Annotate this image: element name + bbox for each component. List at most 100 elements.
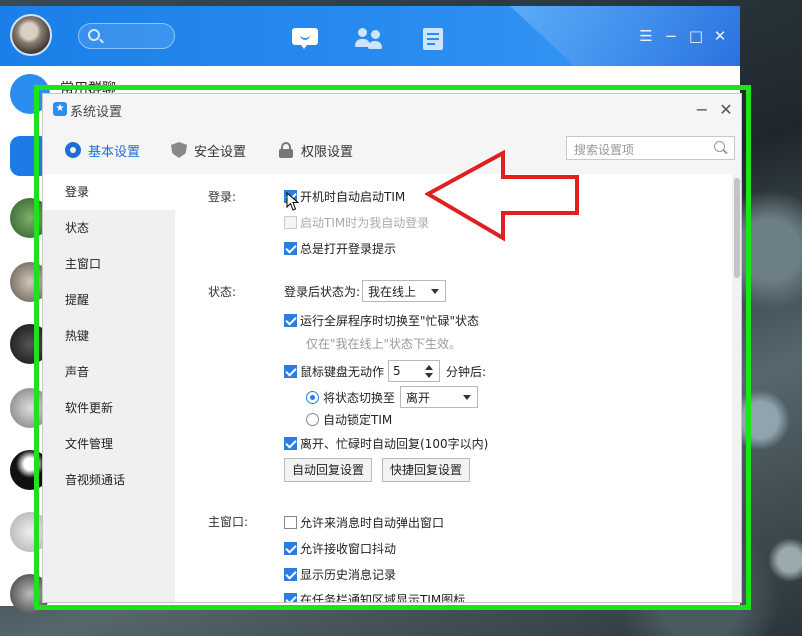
hint-text: 仅在"我在线上"状态下生效。	[306, 336, 462, 351]
radio-button[interactable]	[306, 390, 319, 404]
settings-tabs: 基本设置 安全设置 权限设置 搜索设置项	[43, 126, 741, 174]
after-login-status-select[interactable]: 我在线上	[362, 280, 447, 302]
tab-label: 安全设置	[194, 144, 247, 160]
documents-tab-icon[interactable]	[423, 28, 443, 50]
checkbox[interactable]	[284, 567, 297, 581]
section-label-main-window: 主窗口:	[208, 515, 249, 529]
option-label: 离开、忙碌时自动回复(100字以内)	[300, 436, 489, 451]
option-label: 总是打开登录提示	[300, 241, 397, 256]
option-label: 将状态切换至	[323, 390, 396, 405]
option-switch-status: 将状态切换至 离开	[306, 385, 479, 409]
checkbox[interactable]	[284, 241, 297, 255]
menu-icon[interactable]: ☰	[636, 26, 656, 46]
option-label: 登录后状态为:	[284, 284, 361, 299]
settings-search-input[interactable]: 搜索设置项	[566, 136, 735, 160]
checkbox[interactable]	[284, 436, 297, 450]
option-auto-reply[interactable]: 离开、忙碌时自动回复(100字以内)	[284, 434, 488, 452]
chevron-down-icon	[463, 395, 472, 400]
checkbox[interactable]	[284, 515, 297, 529]
nav-item-software-update[interactable]: 软件更新	[43, 390, 175, 426]
option-idle: 鼠标键盘无动作 5 分钟后:	[284, 359, 486, 383]
nav-item-main-window[interactable]: 主窗口	[43, 246, 175, 282]
messages-tab-icon[interactable]	[292, 28, 318, 50]
stepper-value: 5	[393, 364, 401, 378]
dialog-title: 系统设置	[70, 105, 123, 120]
minimize-icon[interactable]: −	[661, 26, 681, 46]
checkbox[interactable]	[284, 215, 297, 229]
tim-search-box[interactable]	[78, 23, 175, 49]
option-label: 鼠标键盘无动作	[300, 364, 385, 379]
red-arrow-annotation	[425, 150, 579, 242]
checkbox[interactable]	[284, 541, 297, 555]
option-show-history[interactable]: 显示历史消息记录	[284, 565, 396, 583]
option-after-login-status: 登录后状态为: 我在线上	[284, 279, 447, 303]
settings-nav: 登录 状态 主窗口 提醒 热键 声音 软件更新 文件管理 音视频通话	[43, 174, 175, 602]
nav-item-file-management[interactable]: 文件管理	[43, 426, 175, 462]
tab-label: 权限设置	[301, 144, 354, 160]
user-avatar[interactable]	[10, 14, 52, 56]
checkbox[interactable]	[284, 592, 297, 602]
auto-reply-settings-button[interactable]: 自动回复设置	[284, 458, 373, 482]
tim-header: ☰ − □ ✕	[0, 6, 740, 66]
tab-label: 基本设置	[88, 144, 141, 160]
option-label: 允许接收窗口抖动	[300, 541, 397, 556]
lock-icon	[278, 142, 294, 158]
section-label-status: 状态:	[208, 285, 237, 299]
option-auto-start[interactable]: 开机时自动启动TIM	[284, 187, 405, 205]
select-value: 我在线上	[368, 284, 417, 299]
select-value: 离开	[406, 390, 431, 405]
tab-security-settings[interactable]: 安全设置	[171, 140, 246, 160]
close-icon[interactable]: ✕	[710, 26, 730, 46]
reply-buttons: 自动回复设置 快捷回复设置	[284, 458, 584, 484]
chevron-down-icon	[431, 289, 440, 294]
chevron-down-icon[interactable]	[425, 373, 434, 378]
system-settings-dialog: ★ 系统设置 − ✕ 基本设置 安全设置 权限设置 搜索设置项 登录 状态 主窗…	[42, 93, 742, 603]
option-label: 启动TIM时为我自动登录	[300, 215, 430, 230]
nav-item-login[interactable]: 登录	[43, 174, 175, 210]
tab-basic-settings[interactable]: 基本设置	[65, 140, 140, 160]
chevron-up-icon[interactable]	[425, 365, 434, 370]
quick-reply-settings-button[interactable]: 快捷回复设置	[382, 458, 471, 482]
checkbox[interactable]	[284, 313, 297, 327]
scrollbar-thumb[interactable]	[734, 178, 740, 278]
checkbox[interactable]	[284, 364, 297, 378]
option-allow-shake[interactable]: 允许接收窗口抖动	[284, 539, 396, 557]
nav-item-sound[interactable]: 声音	[43, 354, 175, 390]
option-auto-login[interactable]: 启动TIM时为我自动登录	[284, 213, 429, 231]
tim-contact-list	[0, 66, 50, 614]
idle-minutes-stepper[interactable]: 5	[388, 360, 441, 382]
option-popup-on-message[interactable]: 允许来消息时自动弹出窗口	[284, 513, 444, 531]
dialog-titlebar: ★ 系统设置 − ✕	[43, 94, 741, 126]
mouse-cursor-icon	[286, 192, 300, 211]
radio-button[interactable]	[306, 412, 319, 426]
nav-item-status[interactable]: 状态	[43, 210, 175, 246]
tim-logo-icon: ★	[53, 102, 67, 116]
option-label: 允许来消息时自动弹出窗口	[300, 515, 445, 530]
option-fullscreen-busy[interactable]: 运行全屏程序时切换至"忙碌"状态	[284, 311, 479, 329]
shield-icon	[171, 142, 187, 158]
nav-item-reminder[interactable]: 提醒	[43, 282, 175, 318]
option-tray-icon[interactable]: 在任务栏通知区域显示TIM图标	[284, 590, 466, 603]
tab-permission-settings[interactable]: 权限设置	[278, 140, 353, 160]
search-icon	[714, 141, 725, 152]
maximize-icon[interactable]: □	[686, 26, 706, 46]
minimize-icon[interactable]: −	[691, 99, 713, 121]
option-auto-lock[interactable]: 自动锁定TIM	[306, 410, 392, 428]
gear-icon	[65, 142, 81, 158]
close-icon[interactable]: ✕	[715, 99, 737, 121]
settings-scrollbar[interactable]	[732, 174, 741, 602]
section-label-login: 登录:	[208, 190, 237, 204]
switch-status-select[interactable]: 离开	[400, 386, 479, 408]
contacts-tab-icon[interactable]	[355, 28, 383, 50]
option-label: 开机时自动启动TIM	[300, 189, 406, 204]
search-icon	[88, 29, 100, 41]
option-label: 自动锁定TIM	[323, 412, 393, 427]
option-label: 运行全屏程序时切换至"忙碌"状态	[300, 313, 480, 328]
nav-item-av-call[interactable]: 音视频通话	[43, 462, 175, 498]
option-label: 分钟后:	[446, 364, 487, 379]
fullscreen-hint: 仅在"我在线上"状态下生效。	[306, 334, 461, 352]
option-show-login-tip[interactable]: 总是打开登录提示	[284, 239, 396, 257]
option-label: 显示历史消息记录	[300, 567, 397, 582]
option-label: 在任务栏通知区域显示TIM图标	[300, 592, 466, 603]
nav-item-hotkeys[interactable]: 热键	[43, 318, 175, 354]
